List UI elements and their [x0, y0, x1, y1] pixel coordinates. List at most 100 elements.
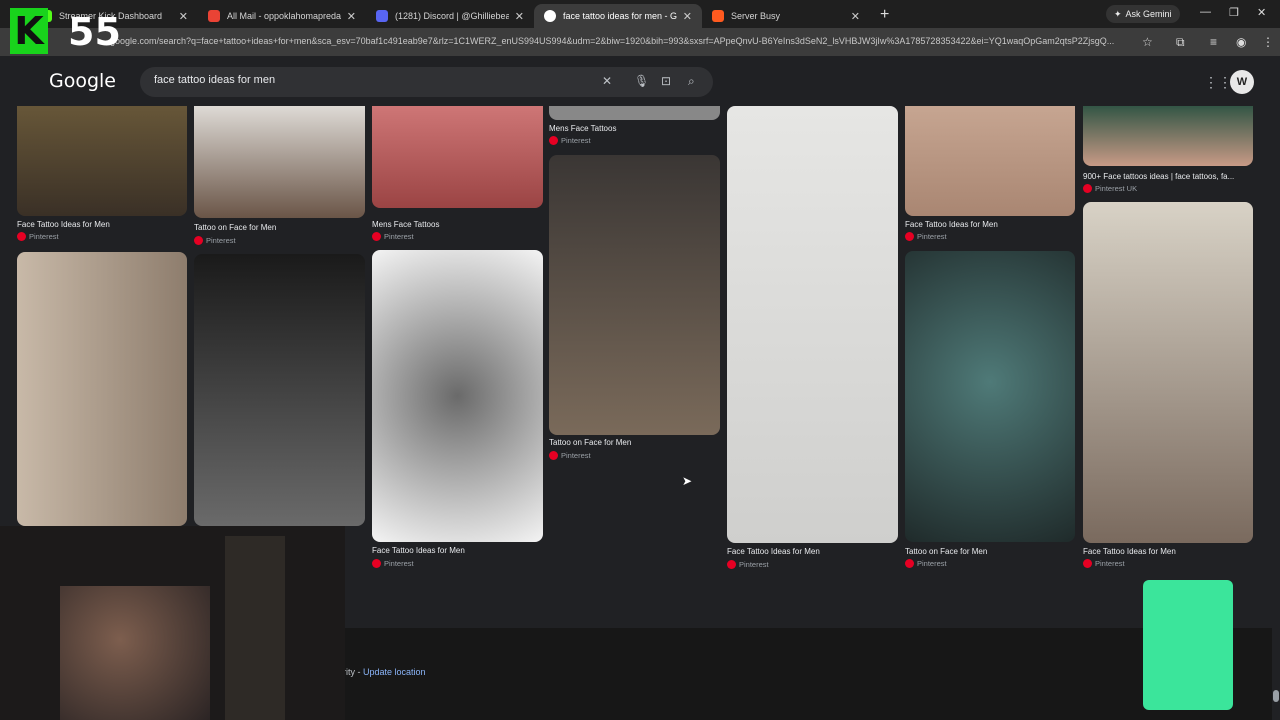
google-header: Google ✕ 🎙 ⊡ ⌕ ⋮⋮⋮ W — [0, 56, 1280, 106]
result-image[interactable] — [727, 106, 898, 543]
result-caption[interactable]: Tattoo on Face for Men — [905, 547, 1081, 556]
close-icon[interactable]: ✕ — [515, 10, 524, 23]
google-logo[interactable]: Google — [49, 70, 116, 92]
lens-icon[interactable]: ⊡ — [661, 74, 671, 88]
tab-label: face tattoo ideas for men - Goo... — [563, 11, 677, 21]
close-icon[interactable]: ✕ — [683, 10, 692, 23]
result-source: Pinterest — [727, 560, 769, 569]
profile-icon[interactable]: ◉ — [1236, 35, 1246, 49]
result-image[interactable] — [17, 252, 187, 526]
google-icon — [544, 10, 556, 22]
pinterest-icon — [1083, 184, 1092, 193]
extensions-icon[interactable]: ⧉ — [1176, 35, 1185, 50]
result-source: Pinterest — [372, 232, 414, 241]
result-caption[interactable]: Face Tattoo Ideas for Men — [1083, 547, 1259, 556]
result-caption[interactable]: Tattoo on Face for Men — [194, 223, 370, 232]
pinterest-icon — [1083, 559, 1092, 568]
avatar[interactable]: W — [1230, 70, 1254, 94]
result-image[interactable] — [1083, 106, 1253, 166]
close-icon[interactable]: ✕ — [179, 10, 188, 23]
pinterest-icon — [372, 559, 381, 568]
result-image[interactable] — [194, 106, 365, 218]
bookmark-star-icon[interactable]: ☆ — [1142, 35, 1153, 49]
ask-gemini-button[interactable]: ✦ Ask Gemini — [1106, 5, 1180, 23]
tab-label: Server Busy — [731, 11, 781, 21]
search-icon[interactable]: ⌕ — [688, 74, 695, 89]
source-label: Pinterest — [561, 451, 591, 460]
location-line: rity - Update location — [343, 667, 426, 677]
source-label: Pinterest — [29, 232, 59, 241]
source-label: Pinterest — [384, 559, 414, 568]
window-close-icon[interactable]: ✕ — [1257, 6, 1266, 19]
source-label: Pinterest — [917, 232, 947, 241]
result-source: Pinterest — [372, 559, 414, 568]
pinterest-icon — [549, 136, 558, 145]
shelf-image — [225, 536, 285, 720]
search-box[interactable]: ✕ 🎙 ⊡ ⌕ — [140, 67, 713, 97]
result-image[interactable] — [905, 106, 1075, 216]
result-caption[interactable]: Face Tattoo Ideas for Men — [727, 547, 903, 556]
streamer-image — [60, 586, 210, 720]
tab-mail[interactable]: All Mail - oppoklahomapredato... ✕ — [198, 4, 366, 28]
result-caption[interactable]: 900+ Face tattoos ideas | face tattoos, … — [1083, 172, 1259, 181]
result-image[interactable] — [905, 251, 1075, 542]
url-field[interactable]: google.com/search?q=face+tattoo+ideas+fo… — [110, 36, 1130, 46]
viewer-count: 55 — [68, 10, 121, 54]
pinterest-icon — [905, 232, 914, 241]
source-label: Pinterest — [384, 232, 414, 241]
tab-google-search[interactable]: face tattoo ideas for men - Goo... ✕ — [534, 4, 702, 28]
cup-overlay — [1143, 580, 1233, 710]
result-caption[interactable]: Mens Face Tattoos — [549, 124, 725, 133]
server-icon — [712, 10, 724, 22]
tab-server-busy[interactable]: Server Busy ✕ — [702, 4, 870, 28]
pinterest-icon — [549, 451, 558, 460]
update-location-link[interactable]: Update location — [363, 667, 426, 677]
tab-discord[interactable]: (1281) Discord | @Ghilliebear ✕ — [366, 4, 534, 28]
tab-bar: Streamer Kick Dashboard ✕ All Mail - opp… — [0, 0, 1280, 28]
gemini-icon: ✦ — [1114, 8, 1122, 19]
result-image[interactable] — [17, 106, 187, 216]
source-label: Pinterest — [1095, 559, 1125, 568]
result-source: Pinterest — [905, 232, 947, 241]
gmail-icon — [208, 10, 220, 22]
clear-icon[interactable]: ✕ — [602, 74, 612, 88]
search-input[interactable] — [154, 74, 584, 86]
result-caption[interactable]: Tattoo on Face for Men — [549, 438, 725, 447]
maximize-icon[interactable]: ❐ — [1229, 6, 1239, 19]
tab-label: All Mail - oppoklahomapredato... — [227, 11, 341, 21]
discord-icon — [376, 10, 388, 22]
result-image[interactable] — [1083, 202, 1253, 543]
result-caption[interactable]: Mens Face Tattoos — [372, 220, 548, 229]
result-caption[interactable]: Face Tattoo Ideas for Men — [372, 546, 548, 555]
result-source: Pinterest UK — [1083, 184, 1137, 193]
kick-logo: K — [10, 8, 48, 54]
result-image[interactable] — [549, 155, 720, 435]
webcam-overlay — [0, 526, 345, 720]
scrollbar-thumb[interactable] — [1273, 690, 1279, 702]
pinterest-icon — [17, 232, 26, 241]
result-caption[interactable]: Face Tattoo Ideas for Men — [905, 220, 1081, 229]
menu-icon[interactable]: ⋮ — [1262, 35, 1274, 49]
close-icon[interactable]: ✕ — [851, 10, 860, 23]
result-image[interactable] — [194, 254, 365, 526]
result-source: Pinterest — [17, 232, 59, 241]
pinterest-icon — [194, 236, 203, 245]
pinterest-icon — [727, 560, 736, 569]
tab-label: (1281) Discord | @Ghilliebear — [395, 11, 509, 21]
close-icon[interactable]: ✕ — [347, 10, 356, 23]
minimize-icon[interactable]: — — [1200, 6, 1211, 18]
result-source: Pinterest — [549, 136, 591, 145]
media-icon[interactable]: ≡ — [1210, 35, 1217, 49]
result-image[interactable] — [372, 106, 543, 208]
new-tab-button[interactable]: + — [880, 6, 889, 24]
microphone-icon[interactable]: 🎙 — [634, 74, 649, 88]
result-caption[interactable]: Face Tattoo Ideas for Men — [17, 220, 193, 229]
pinterest-icon — [905, 559, 914, 568]
result-source: Pinterest — [1083, 559, 1125, 568]
result-image[interactable] — [372, 250, 543, 542]
scrollbar-track[interactable] — [1272, 56, 1280, 720]
source-label: Pinterest — [561, 136, 591, 145]
result-image[interactable] — [549, 106, 720, 120]
address-bar: google.com/search?q=face+tattoo+ideas+fo… — [0, 28, 1280, 56]
pinterest-icon — [372, 232, 381, 241]
